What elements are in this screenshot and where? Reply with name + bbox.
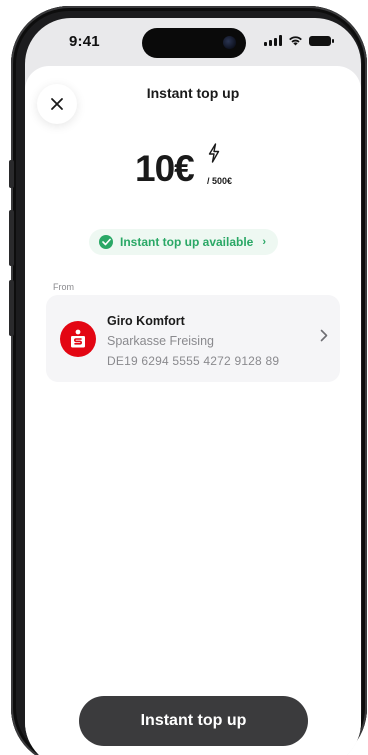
amount-value: 10€ [135,148,195,189]
instant-top-up-button[interactable]: Instant top up [79,696,308,746]
sparkasse-logo-icon [60,321,96,357]
chevron-right-icon [320,329,328,342]
dynamic-island [142,28,246,58]
phone-screen: 9:41 Instant top up 10€ / 500€ Instant t… [25,18,361,755]
lightning-icon [208,143,220,163]
camera-icon [223,36,236,49]
battery-icon [309,35,334,46]
cellular-signal-icon [264,35,282,46]
phone-side-button [9,160,14,188]
availability-label: Instant top up available [120,235,254,249]
amount-limit: / 500€ [207,176,233,186]
status-icons [264,35,334,46]
check-circle-icon [99,235,113,249]
chevron-right-icon: › [262,236,267,248]
status-time: 9:41 [69,33,100,50]
from-label: From [53,282,74,292]
account-name: Giro Komfort [107,314,185,328]
phone-volume-up [9,210,14,266]
wifi-icon [289,36,302,46]
bank-name: Sparkasse Freising [107,334,214,348]
source-account-card[interactable]: Giro Komfort Sparkasse Freising DE19 629… [46,295,340,382]
stage: 9:41 Instant top up 10€ / 500€ Instant t… [0,0,368,755]
account-iban: DE19 6294 5555 4272 9128 89 [107,354,280,368]
phone-volume-down [9,280,14,336]
top-up-sheet: Instant top up 10€ / 500€ Instant top up… [25,66,361,755]
instant-availability-badge[interactable]: Instant top up available › [89,229,279,255]
sheet-title: Instant top up [146,85,240,101]
